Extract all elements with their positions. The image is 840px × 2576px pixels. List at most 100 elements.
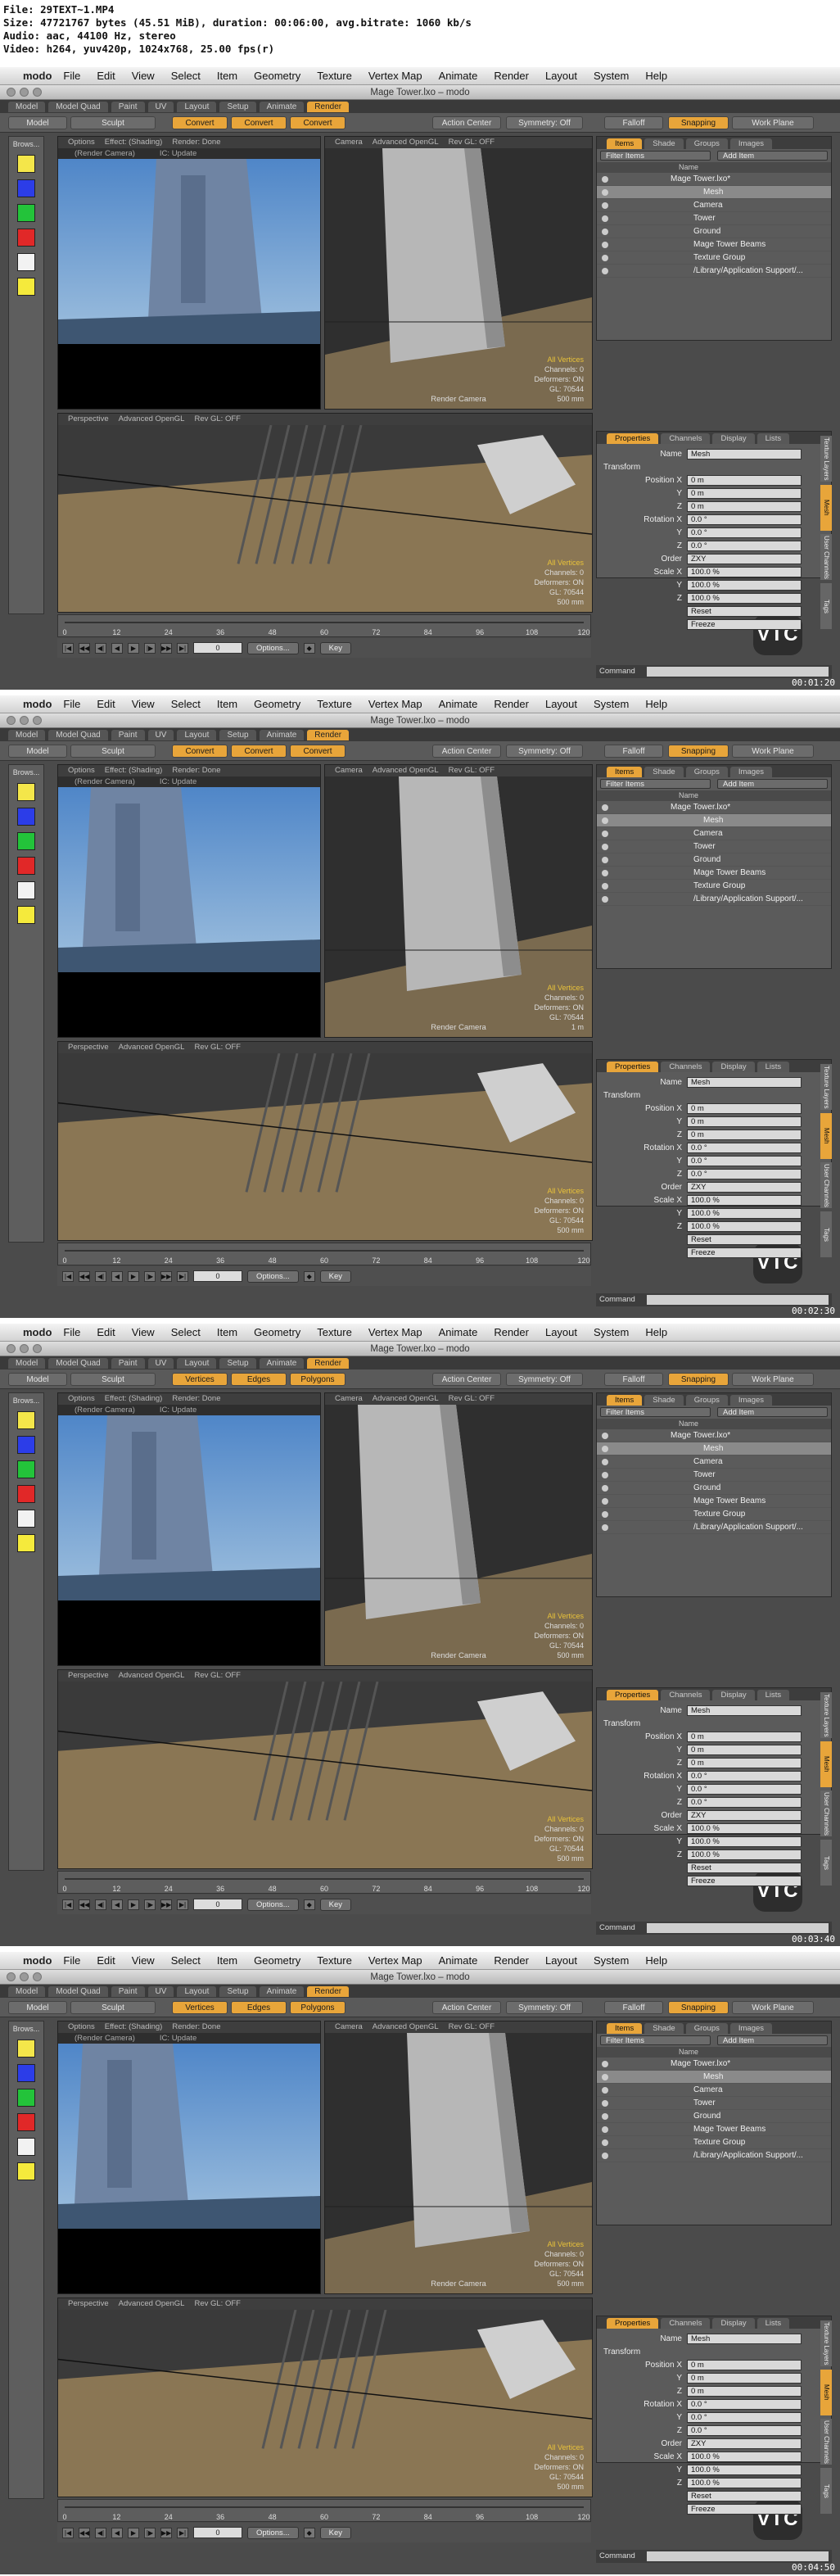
color-swatch[interactable]	[17, 906, 35, 924]
tool-convert-button[interactable]: Convert	[231, 745, 287, 758]
property-field[interactable]: 100.0 %	[687, 1822, 802, 1834]
props-tab-display[interactable]: Display	[712, 1690, 755, 1700]
first-frame-button[interactable]: |◀	[62, 1270, 74, 1282]
side-tab[interactable]: Tags	[820, 583, 832, 629]
minimize-icon[interactable]	[20, 88, 29, 97]
viewport-option[interactable]: Rev GL: OFF	[194, 1042, 240, 1053]
visibility-icon[interactable]	[602, 1459, 608, 1465]
item-row[interactable]: Tower	[597, 212, 831, 225]
tab-paint[interactable]: Paint	[111, 101, 145, 112]
visibility-icon[interactable]	[602, 2074, 608, 2080]
props-tab-channels[interactable]: Channels	[661, 433, 711, 444]
visibility-icon[interactable]	[602, 2113, 608, 2120]
frame-field[interactable]: 0	[193, 642, 242, 654]
tool-action-center-button[interactable]: Action Center	[432, 745, 501, 758]
first-frame-button[interactable]: |◀	[62, 2527, 74, 2538]
visibility-icon[interactable]	[602, 1446, 608, 1452]
item-row[interactable]: Camera	[597, 2084, 831, 2097]
side-tab[interactable]: Mesh	[820, 2370, 832, 2415]
menu-file[interactable]: File	[63, 70, 80, 82]
tab-layout[interactable]: Layout	[177, 729, 217, 740]
timeline[interactable]: 0 12 24 36 48 60 72 84 96 108 120	[57, 2499, 591, 2522]
menu-vertex-map[interactable]: Vertex Map	[368, 1326, 422, 1338]
side-tab[interactable]: Tags	[820, 1840, 832, 1886]
item-row[interactable]: Mage Tower.lxo*	[597, 173, 831, 186]
tool-falloff-button[interactable]: Falloff	[604, 2001, 663, 2014]
perspective-viewport[interactable]: Perspective Advanced OpenGL Rev GL: OFF All…	[57, 1041, 593, 1241]
menu-animate[interactable]: Animate	[439, 698, 478, 710]
visibility-icon[interactable]	[602, 804, 608, 811]
props-tab-display[interactable]: Display	[712, 1062, 755, 1072]
item-row[interactable]: Tower	[597, 1469, 831, 1482]
property-field[interactable]: 0.0 °	[687, 514, 802, 525]
property-field[interactable]: 0 m	[687, 1102, 802, 1114]
color-swatch[interactable]	[17, 881, 35, 899]
tool-symmetry-off-button[interactable]: Symmetry: Off	[506, 745, 583, 758]
property-field[interactable]: Reset	[687, 605, 802, 617]
property-field[interactable]: Freeze	[687, 1875, 802, 1886]
tab-animate[interactable]: Animate	[259, 1985, 305, 1997]
property-field[interactable]: 0.0 °	[687, 1142, 802, 1153]
close-icon[interactable]	[7, 1344, 16, 1353]
app-menu[interactable]: modo	[23, 1326, 52, 1338]
property-field[interactable]: Freeze	[687, 1247, 802, 1258]
menu-geometry[interactable]: Geometry	[254, 1326, 300, 1338]
viewport-option[interactable]: Advanced OpenGL	[373, 2021, 439, 2033]
tool-falloff-button[interactable]: Falloff	[604, 1373, 663, 1386]
item-row[interactable]: Mesh	[597, 186, 831, 199]
tool-action-center-button[interactable]: Action Center	[432, 1373, 501, 1386]
frame-field[interactable]: 0	[193, 1270, 242, 1282]
tool-convert-button[interactable]: Convert	[172, 745, 228, 758]
menu-texture[interactable]: Texture	[317, 698, 352, 710]
menu-system[interactable]: System	[594, 698, 629, 710]
menu-item[interactable]: Item	[217, 70, 237, 82]
play-reverse-button[interactable]: ◀	[111, 1899, 123, 1910]
item-row[interactable]: /Library/Application Support/...	[597, 893, 831, 906]
tool-snapping-button[interactable]: Snapping	[668, 745, 729, 758]
props-tab-properties[interactable]: Properties	[607, 1062, 659, 1072]
tool-model-button[interactable]: Model	[8, 116, 67, 129]
side-tab[interactable]: Mesh	[820, 485, 832, 531]
color-swatch[interactable]	[17, 1510, 35, 1528]
frame-field[interactable]: 0	[193, 1899, 242, 1910]
props-tab-channels[interactable]: Channels	[661, 1062, 711, 1072]
visibility-icon[interactable]	[602, 1524, 608, 1531]
viewport-option[interactable]: Advanced OpenGL	[119, 2298, 185, 2310]
zoom-icon[interactable]	[33, 716, 42, 725]
color-swatch[interactable]	[17, 2138, 35, 2156]
tab-paint[interactable]: Paint	[111, 1985, 145, 1997]
tab-render[interactable]: Render	[307, 1985, 350, 1997]
menu-view[interactable]: View	[132, 70, 155, 82]
last-frame-button[interactable]: ▶|	[177, 1270, 188, 1282]
viewport-option[interactable]: Camera	[335, 765, 363, 776]
item-row[interactable]: Ground	[597, 2110, 831, 2123]
tab-setup[interactable]: Setup	[219, 1985, 256, 1997]
tool-sculpt-button[interactable]: Sculpt	[70, 1373, 156, 1386]
menu-item[interactable]: Item	[217, 698, 237, 710]
viewport-option[interactable]: Rev GL: OFF	[449, 765, 495, 776]
prev-key-button[interactable]: ◀◀	[79, 1270, 90, 1282]
property-field[interactable]: 100.0 %	[687, 2451, 802, 2462]
camera-viewport[interactable]: Camera Advanced OpenGL Rev GL: OFF All Vert…	[324, 764, 593, 1038]
options-button[interactable]: Options...	[247, 1898, 299, 1911]
add-item-button[interactable]: Add Item	[717, 151, 828, 161]
viewport-option[interactable]: Rev GL: OFF	[194, 1670, 240, 1682]
menu-select[interactable]: Select	[171, 70, 201, 82]
name-field[interactable]: Mesh	[687, 448, 802, 460]
property-field[interactable]: 0 m	[687, 500, 802, 512]
tool-polygons-button[interactable]: Polygons	[290, 2001, 345, 2014]
visibility-icon[interactable]	[602, 229, 608, 235]
tab-render[interactable]: Render	[307, 1357, 350, 1369]
first-frame-button[interactable]: |◀	[62, 642, 74, 654]
property-field[interactable]: 0.0 °	[687, 540, 802, 551]
property-field[interactable]: 0.0 °	[687, 2411, 802, 2423]
menu-layout[interactable]: Layout	[545, 1326, 577, 1338]
menu-help[interactable]: Help	[645, 698, 667, 710]
property-field[interactable]: 0 m	[687, 1116, 802, 1127]
tool-vertices-button[interactable]: Vertices	[172, 1373, 228, 1386]
app-menu[interactable]: modo	[23, 70, 52, 82]
menu-file[interactable]: File	[63, 1326, 80, 1338]
property-field[interactable]: 0 m	[687, 487, 802, 499]
key-icon[interactable]: ◆	[303, 2527, 315, 2538]
property-field[interactable]: Freeze	[687, 618, 802, 630]
